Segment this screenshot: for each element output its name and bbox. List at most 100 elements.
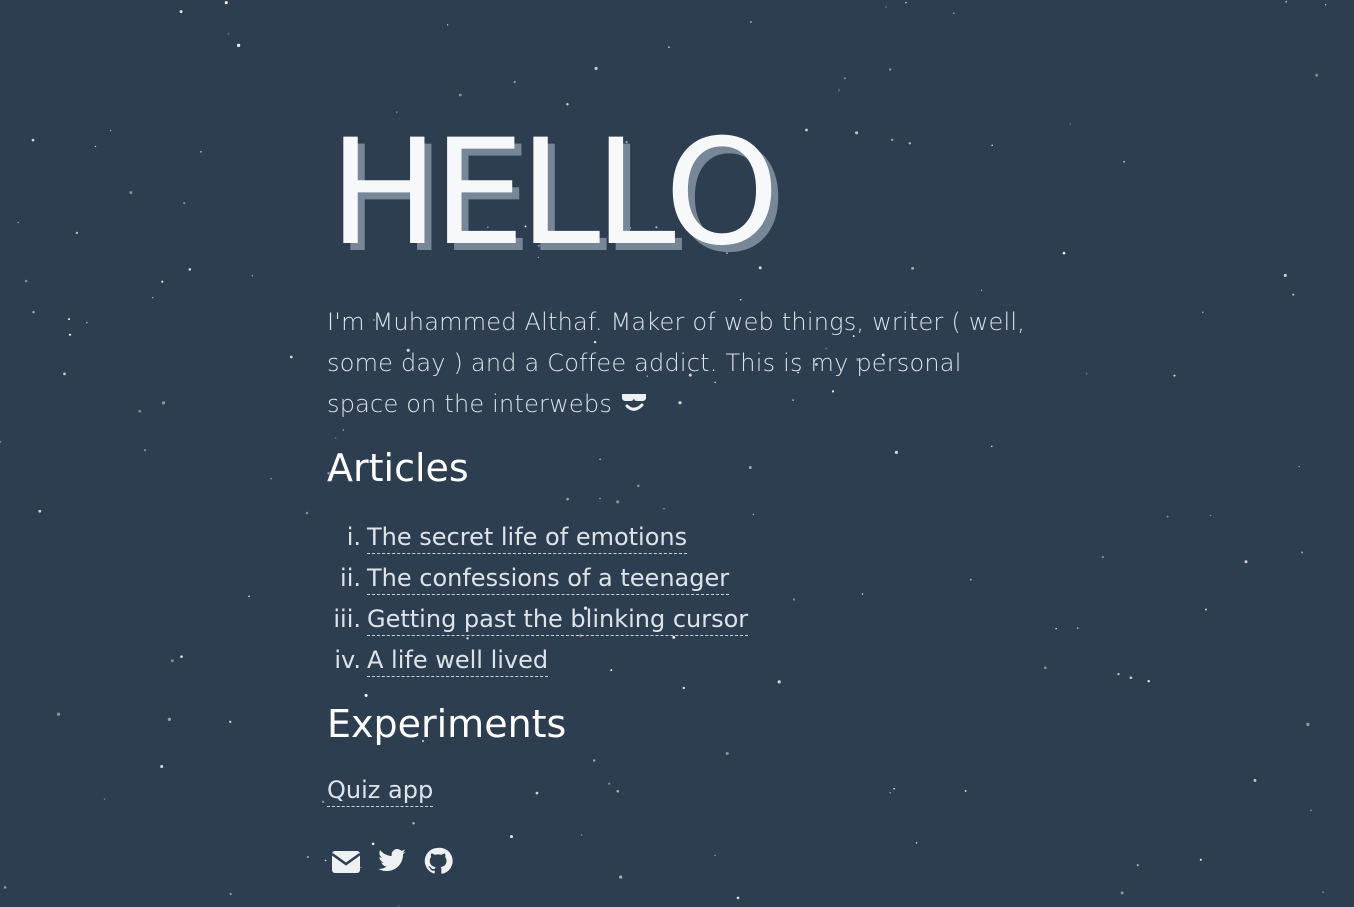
star	[1306, 722, 1310, 727]
star	[725, 751, 729, 756]
star	[1199, 858, 1202, 861]
star	[75, 231, 79, 235]
star	[306, 856, 309, 858]
article-link-life-well-lived[interactable]: A life well lived	[367, 644, 549, 677]
star	[364, 693, 368, 697]
star	[889, 791, 892, 794]
star	[777, 680, 781, 684]
articles-heading: Articles	[327, 446, 469, 490]
star	[636, 484, 640, 488]
star	[991, 144, 993, 147]
star	[167, 717, 171, 721]
star	[31, 138, 35, 142]
star	[805, 128, 808, 132]
star	[227, 33, 230, 35]
star	[160, 765, 164, 768]
star	[17, 221, 19, 224]
mail-icon[interactable]	[331, 846, 361, 876]
star	[270, 477, 272, 480]
star	[342, 429, 344, 431]
twitter-icon[interactable]	[377, 846, 407, 876]
star	[736, 896, 740, 900]
experiments-heading: Experiments	[327, 702, 567, 746]
star	[466, 637, 469, 640]
star	[714, 854, 716, 857]
star	[183, 202, 186, 205]
star	[0, 440, 2, 443]
star	[610, 669, 613, 672]
star	[170, 659, 174, 663]
star	[56, 712, 61, 716]
star	[446, 24, 449, 26]
star	[38, 509, 42, 513]
star	[911, 266, 915, 270]
star	[3, 886, 7, 889]
star	[1244, 560, 1248, 564]
star	[608, 782, 611, 785]
star	[129, 191, 133, 195]
article-link-secret-life-of-emotions[interactable]: The secret life of emotions	[367, 521, 688, 554]
list-numeral: iii.	[333, 605, 361, 633]
intro-text: I'm Muhammed Althaf. Maker of web things…	[327, 308, 1026, 418]
list-numeral: iv.	[334, 646, 361, 674]
star	[667, 46, 670, 49]
star	[915, 842, 918, 844]
star	[1129, 676, 1133, 680]
star	[321, 800, 325, 804]
star	[619, 875, 623, 879]
star	[1062, 251, 1066, 255]
star	[458, 93, 462, 97]
star	[969, 578, 972, 581]
experiment-link-quiz-app[interactable]: Quiz app	[327, 774, 434, 807]
github-icon[interactable]	[423, 846, 453, 876]
star	[682, 686, 686, 690]
star	[616, 789, 620, 793]
star	[748, 466, 752, 469]
star	[953, 12, 955, 15]
star	[513, 80, 516, 84]
star	[599, 497, 601, 500]
star	[990, 445, 993, 448]
star	[566, 103, 569, 106]
star	[599, 458, 601, 460]
star	[161, 280, 164, 283]
star	[412, 822, 415, 825]
star	[1283, 273, 1287, 277]
star	[663, 507, 665, 510]
star	[109, 129, 112, 132]
social-links	[331, 846, 453, 876]
star	[103, 798, 106, 800]
star	[616, 500, 620, 504]
star	[305, 511, 309, 515]
star	[855, 131, 859, 135]
star	[594, 66, 598, 71]
star	[335, 437, 337, 439]
star	[843, 77, 846, 80]
star	[1292, 293, 1295, 296]
star	[1205, 608, 1207, 611]
star	[752, 513, 755, 516]
star	[739, 298, 742, 301]
star	[792, 598, 796, 601]
star	[251, 275, 253, 277]
star	[1086, 373, 1088, 375]
star	[566, 497, 569, 501]
article-link-confessions-of-a-teenager[interactable]: The confessions of a teenager	[367, 562, 730, 595]
star	[1310, 809, 1312, 812]
star	[885, 6, 887, 8]
star	[68, 333, 72, 336]
star	[1120, 891, 1124, 895]
star	[200, 150, 202, 153]
star	[85, 321, 88, 324]
star	[138, 409, 142, 413]
star	[1173, 374, 1176, 377]
star	[893, 787, 895, 790]
star	[593, 759, 596, 762]
star	[980, 289, 983, 291]
star	[224, 1, 228, 5]
article-link-blinking-cursor[interactable]: Getting past the blinking cursor	[367, 603, 749, 636]
star	[1315, 73, 1319, 77]
star	[371, 842, 375, 846]
star	[894, 450, 899, 454]
star	[1077, 627, 1079, 629]
